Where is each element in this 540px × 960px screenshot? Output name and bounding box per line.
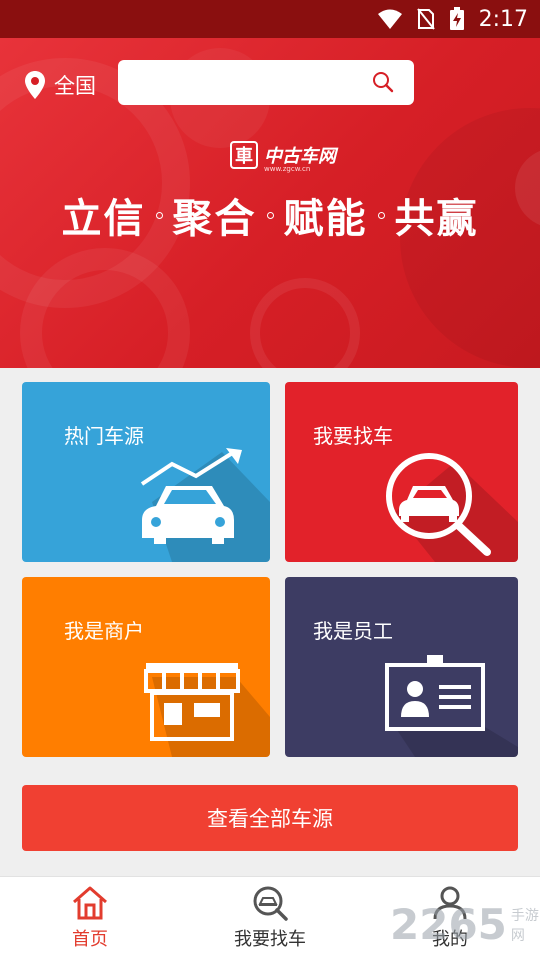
slogan: 立信 聚合 赋能 共赢 <box>0 186 540 244</box>
banner-decor-circle <box>250 278 360 368</box>
slogan-word: 立信 <box>61 196 146 242</box>
tab-find-car[interactable]: 我要找车 <box>180 877 360 960</box>
tile-label: 我是商户 <box>64 619 144 643</box>
watermark-text: 手游网 <box>510 907 539 944</box>
location-pin-icon <box>25 71 45 99</box>
tab-label: 我要找车 <box>234 929 306 950</box>
no-sim-icon <box>416 8 435 30</box>
shop-icon <box>144 663 240 741</box>
car-search-tab-icon <box>253 886 288 921</box>
slogan-word: 赋能 <box>283 196 368 242</box>
location-label: 全国 <box>54 74 96 98</box>
battery-charging-icon <box>449 7 464 30</box>
tab-home[interactable]: 首页 <box>0 877 180 960</box>
location-selector[interactable]: 全国 <box>24 70 96 100</box>
tile-label: 我是员工 <box>313 619 393 643</box>
slogan-separator <box>377 211 385 219</box>
tile-employee[interactable]: 我是员工 <box>285 577 518 757</box>
slogan-word: 聚合 <box>172 196 257 242</box>
tile-label: 热门车源 <box>64 424 144 448</box>
search-input[interactable] <box>118 60 358 105</box>
car-search-icon <box>386 453 491 556</box>
tile-hot-cars[interactable]: 热门车源 <box>22 382 270 562</box>
slogan-word: 共赢 <box>394 196 479 242</box>
slogan-separator <box>155 211 163 219</box>
car-trend-icon <box>140 448 242 544</box>
view-all-cars-button[interactable]: 查看全部车源 <box>22 785 518 851</box>
brand-logo-mark: 車 <box>230 141 258 169</box>
slogan-separator <box>266 211 274 219</box>
home-icon <box>73 886 107 920</box>
tile-label: 我要找车 <box>313 424 393 448</box>
brand-logo-url: www.zgcw.cn <box>264 165 311 173</box>
watermark: 2265 手游网 <box>390 900 540 949</box>
header-banner: 全国 車 中古车网 www.zgcw.cn 立信 聚合 赋能 共赢 <box>0 38 540 368</box>
tile-merchant[interactable]: 我是商户 <box>22 577 270 757</box>
search-icon[interactable] <box>372 71 394 93</box>
search-box[interactable] <box>118 60 414 105</box>
status-time: 2:17 <box>478 6 528 32</box>
watermark-number: 2265 <box>390 900 507 949</box>
tile-find-car[interactable]: 我要找车 <box>285 382 518 562</box>
wifi-icon <box>377 9 402 29</box>
tab-label: 首页 <box>72 929 108 950</box>
id-card-icon <box>385 655 485 731</box>
status-bar: 2:17 <box>0 0 540 38</box>
